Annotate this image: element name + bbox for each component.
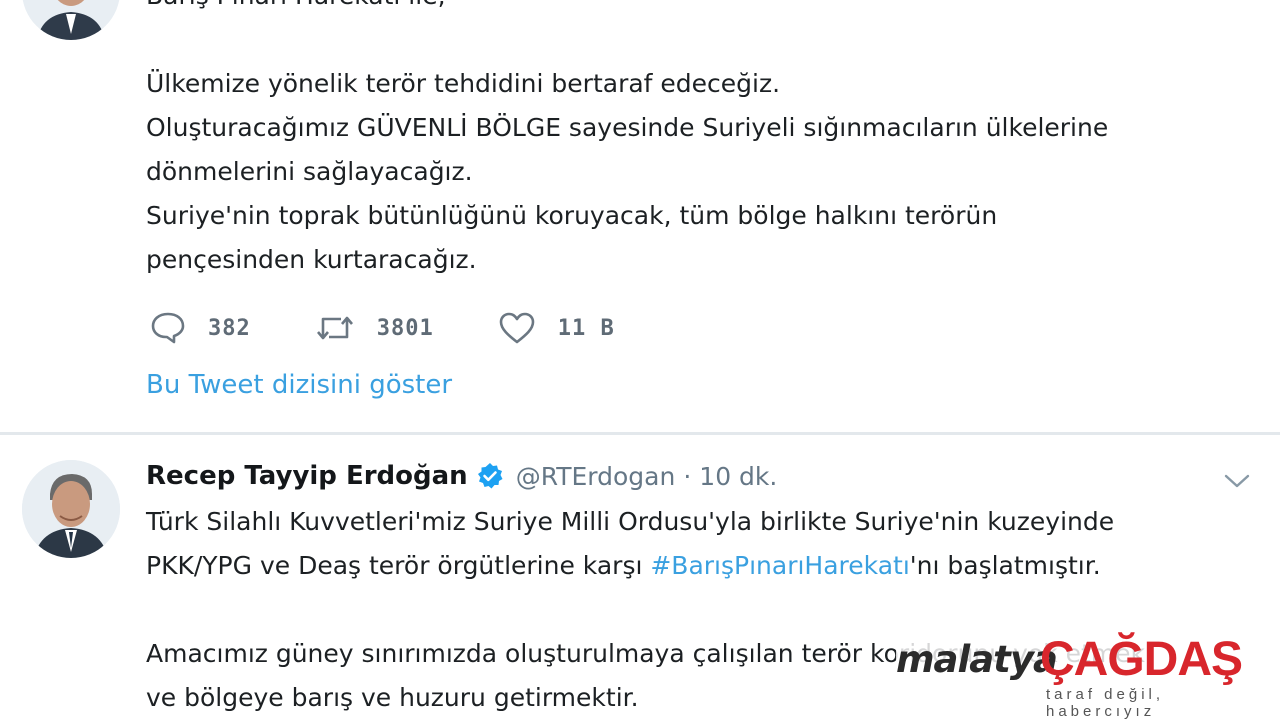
tweet-timestamp[interactable]: 10 dk.: [699, 462, 777, 491]
publisher-watermark: malatya ÇAĞDAŞ taraf değil, habercıyız: [896, 630, 1280, 720]
tweet-text-line: Barış Pınarı Harekatı ile;: [146, 0, 1246, 18]
reply-button[interactable]: 382: [150, 311, 251, 345]
tweet-text-line: Suriye'nin toprak bütünlüğünü koruyacak,…: [146, 201, 998, 230]
tweet-text-line: PKK/YPG ve Deaş terör örgütlerine karşı …: [146, 544, 1256, 588]
reply-count: 382: [208, 315, 251, 341]
watermark-tagline: taraf değil, habercıyız: [1046, 686, 1165, 720]
tweet-text-line: Türk Silahlı Kuvvetleri'miz Suriye Milli…: [146, 507, 1115, 536]
tweet-text-line: Oluşturacağımız GÜVENLİ BÖLGE sayesinde …: [146, 113, 1109, 142]
separator-dot: ·: [683, 461, 692, 491]
hashtag-link[interactable]: #BarışPınarıHarekatı: [650, 551, 909, 580]
tweet-menu-button[interactable]: [1222, 470, 1252, 496]
avatar-portrait-image: [22, 460, 120, 558]
tweet-divider: [0, 432, 1280, 435]
tweet-text-line: pençesinden kurtaracağız.: [146, 245, 477, 274]
retweet-count: 3801: [376, 315, 434, 341]
avatar[interactable]: [22, 0, 120, 40]
thread-tweet-text: Barış Pınarı Harekatı ile; Ülkemize yöne…: [146, 0, 1246, 282]
watermark-city: malatya: [896, 638, 1058, 681]
author-avatar[interactable]: [22, 460, 120, 558]
tweet-text-line: Ülkemize yönelik terör tehdidini bertara…: [146, 69, 781, 98]
tweet-header: Recep Tayyip Erdoğan @RTErdogan · 10 dk.: [146, 456, 777, 496]
avatar-portrait-image: [22, 0, 120, 40]
author-handle[interactable]: @RTErdogan: [516, 462, 676, 491]
tweet-text-segment: 'nı başlatmıştır.: [909, 551, 1101, 580]
heart-icon: [498, 311, 536, 345]
watermark-brand-logo: ÇAĞDAŞ: [1040, 633, 1243, 686]
show-thread-link[interactable]: Bu Tweet dizisini göster: [146, 370, 452, 400]
retweet-icon: [315, 311, 355, 345]
retweet-button[interactable]: 3801: [315, 311, 434, 345]
like-count: 11 B: [557, 315, 615, 341]
speech-bubble-icon: [150, 311, 186, 345]
tweet-text-segment: PKK/YPG ve Deaş terör örgütlerine karşı: [146, 551, 651, 580]
tweet-text-line: dönmelerini sağlayacağız.: [146, 157, 473, 186]
like-button[interactable]: 11 B: [498, 311, 615, 345]
chevron-down-icon: [1222, 474, 1252, 496]
tweet-text-line: [146, 18, 1246, 62]
tweet-text-blank-line: [146, 588, 1256, 632]
verified-badge-icon: [476, 462, 504, 490]
author-name[interactable]: Recep Tayyip Erdoğan: [146, 461, 468, 491]
tweet-action-bar: 382 3801 11 B: [150, 306, 679, 350]
